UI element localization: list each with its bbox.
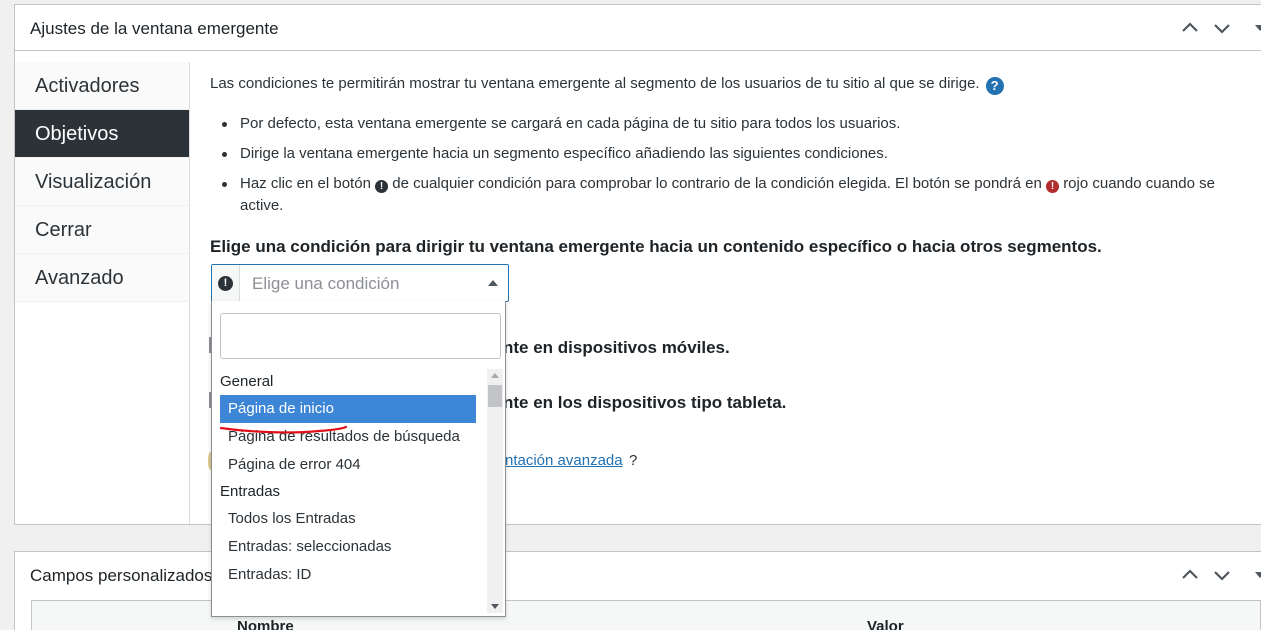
help-icon[interactable]: ? bbox=[985, 77, 1004, 95]
condition-dropdown: General Página de inicio Página de resul… bbox=[211, 301, 506, 617]
tab-activadores[interactable]: Activadores bbox=[15, 62, 189, 110]
option-post-id[interactable]: Entradas: ID bbox=[220, 561, 476, 589]
select-placeholder: Elige una condición bbox=[252, 274, 400, 293]
column-header-value: Valor bbox=[867, 618, 904, 630]
move-down-button[interactable] bbox=[1211, 564, 1233, 586]
list-item: Por defecto, esta ventana emergente se c… bbox=[210, 113, 1243, 135]
list-item: Dirige la ventana emergente hacia un seg… bbox=[210, 143, 1243, 165]
toggle-panel-button[interactable] bbox=[1249, 17, 1261, 39]
not-operand-button[interactable]: ! bbox=[212, 265, 240, 301]
tab-cerrar[interactable]: Cerrar bbox=[15, 206, 189, 254]
tab-objetivos[interactable]: Objetivos bbox=[15, 110, 189, 158]
dropdown-options: General Página de inicio Página de resul… bbox=[212, 369, 485, 589]
dropdown-search-input[interactable] bbox=[220, 313, 501, 359]
move-up-button[interactable] bbox=[1179, 17, 1201, 39]
intro-text: Las condiciones te permitirán mostrar tu… bbox=[210, 75, 1243, 95]
move-up-button[interactable] bbox=[1179, 564, 1201, 586]
red-underline-annotation bbox=[219, 425, 348, 434]
scroll-up-icon[interactable] bbox=[491, 373, 499, 378]
dropdown-scrollbar[interactable] bbox=[487, 369, 503, 613]
panel-header: Campos personalizados bbox=[15, 552, 1261, 598]
tab-visualizacion[interactable]: Visualización bbox=[15, 158, 189, 206]
tab-avanzado[interactable]: Avanzado bbox=[15, 254, 189, 302]
option-selected-posts[interactable]: Entradas: seleccionadas bbox=[220, 533, 476, 561]
toggle-panel-button[interactable] bbox=[1249, 564, 1261, 586]
advanced-docs-suffix: ? bbox=[629, 452, 638, 469]
column-header-name: Nombre bbox=[237, 618, 294, 630]
caret-down-icon bbox=[1255, 572, 1261, 578]
list-item-text: Haz clic en el botón bbox=[240, 175, 371, 192]
option-group-label: Entradas bbox=[220, 483, 281, 500]
panel-header: Ajustes de la ventana emergente bbox=[15, 5, 1261, 51]
popup-settings-panel: Ajustes de la ventana emergente Activado… bbox=[14, 4, 1261, 525]
scroll-thumb[interactable] bbox=[488, 385, 502, 407]
condition-select[interactable]: ! Elige una condición bbox=[211, 264, 509, 302]
option-error-404[interactable]: Página de error 404 bbox=[220, 451, 476, 479]
chevron-up-icon bbox=[1182, 569, 1198, 579]
chevron-down-icon bbox=[1214, 571, 1230, 581]
info-list: Por defecto, esta ventana emergente se c… bbox=[210, 113, 1243, 217]
list-item-text: de cualquier condición para comprobar lo… bbox=[392, 175, 1042, 192]
chevron-up-icon bbox=[1182, 22, 1198, 32]
caret-down-icon bbox=[1255, 25, 1261, 31]
caret-up-icon bbox=[488, 280, 498, 286]
move-down-button[interactable] bbox=[1211, 17, 1233, 39]
custom-fields-panel: Campos personalizados Nombre Valor bbox=[14, 551, 1261, 630]
chevron-down-icon bbox=[1214, 24, 1230, 34]
intro-label: Las condiciones te permitirán mostrar tu… bbox=[210, 75, 980, 92]
mobile-label: nte en dispositivos móviles. bbox=[503, 338, 730, 357]
option-all-posts[interactable]: Todos los Entradas bbox=[220, 505, 476, 533]
option-group-label: General bbox=[220, 373, 274, 390]
panel-title: Ajustes de la ventana emergente bbox=[30, 19, 279, 38]
condition-heading: Elige una condición para dirigir tu vent… bbox=[210, 237, 1102, 256]
advanced-docs-link[interactable]: ntación avanzada bbox=[505, 452, 623, 469]
list-item: Haz clic en el botón ! de cualquier cond… bbox=[210, 173, 1243, 217]
exclamation-red-icon: ! bbox=[1046, 180, 1060, 193]
panel-title: Campos personalizados bbox=[30, 566, 213, 585]
targeting-content: Las condiciones te permitirán mostrar tu… bbox=[210, 75, 1243, 225]
scroll-down-icon[interactable] bbox=[491, 604, 499, 609]
exclamation-icon: ! bbox=[375, 180, 389, 193]
option-home[interactable]: Página de inicio bbox=[220, 395, 476, 423]
tablet-label: nte en los dispositivos tipo tableta. bbox=[503, 393, 787, 412]
settings-tabs: Activadores Objetivos Visualización Cerr… bbox=[15, 62, 190, 524]
exclamation-icon: ! bbox=[218, 275, 233, 291]
